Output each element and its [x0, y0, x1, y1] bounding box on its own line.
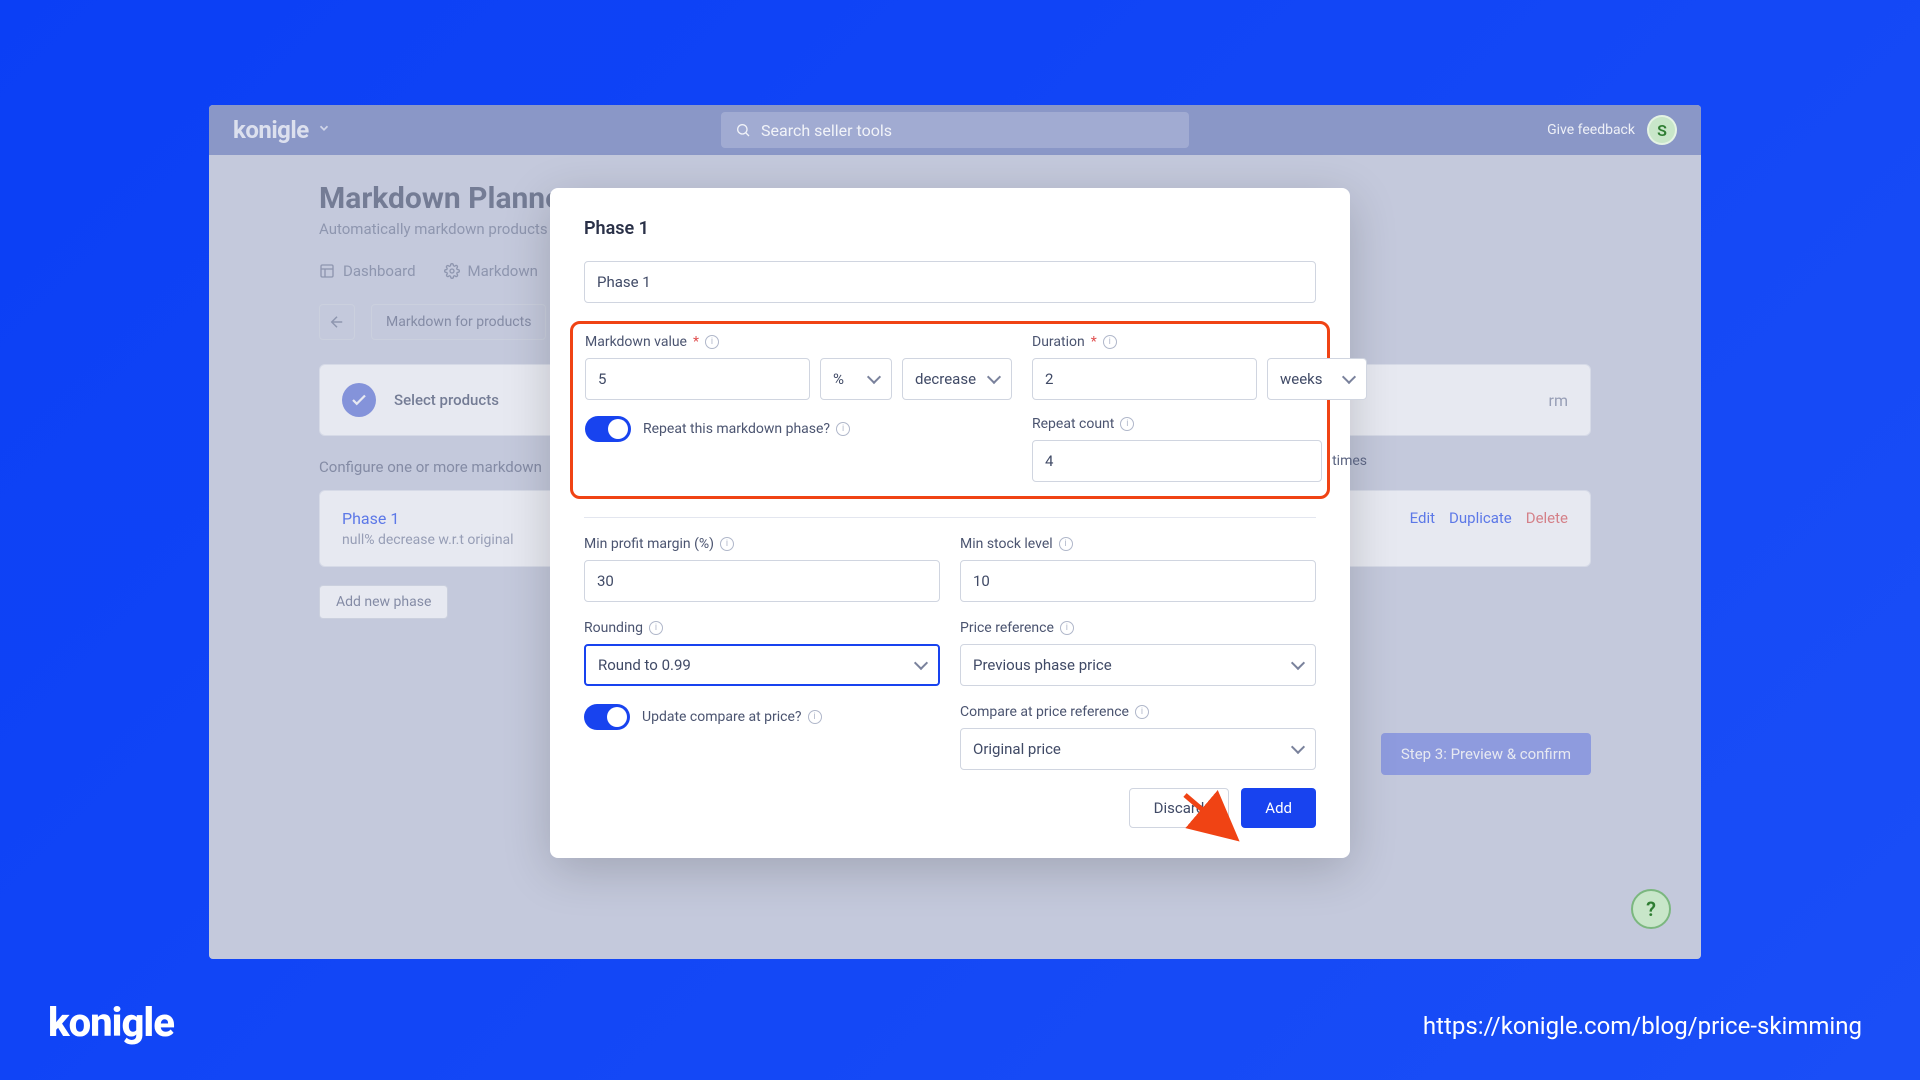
cap-ref-select[interactable]: Original price — [960, 728, 1316, 770]
repeat-count-input[interactable] — [1032, 440, 1322, 482]
footer-logo: konigle — [48, 999, 174, 1046]
modal-title: Phase 1 — [584, 218, 1316, 239]
modal-footer: Discard Add — [584, 788, 1316, 828]
gear-icon — [444, 263, 460, 279]
chevron-down-icon[interactable] — [317, 121, 331, 139]
brand-logo[interactable]: konigle — [233, 116, 309, 144]
repeat-count-label: Repeat counti — [1032, 416, 1367, 432]
duration-label: Duration*i — [1032, 334, 1367, 350]
price-ref-select[interactable]: Previous phase price — [960, 644, 1316, 686]
rounding-label: Roundingi — [584, 620, 940, 636]
duplicate-link[interactable]: Duplicate — [1449, 509, 1512, 548]
info-icon[interactable]: i — [1103, 335, 1117, 349]
phase-card-title: Phase 1 — [342, 509, 514, 528]
markdown-value-input[interactable] — [585, 358, 810, 400]
add-phase-button[interactable]: Add new phase — [319, 585, 448, 619]
min-margin-label: Min profit margin (%)i — [584, 536, 940, 552]
duration-input[interactable] — [1032, 358, 1257, 400]
avatar[interactable]: S — [1647, 115, 1677, 145]
search-placeholder: Search seller tools — [761, 121, 892, 140]
phase-card-sub: null% decrease w.r.t original — [342, 532, 514, 548]
info-icon[interactable]: i — [649, 621, 663, 635]
divider — [584, 517, 1316, 518]
highlighted-section: Markdown value*i % decrease Repeat this … — [570, 321, 1330, 499]
info-icon[interactable]: i — [1060, 621, 1074, 635]
repeat-toggle[interactable] — [585, 416, 631, 442]
rounding-select[interactable]: Round to 0.99 — [584, 644, 940, 686]
search-input[interactable]: Search seller tools — [721, 112, 1189, 148]
info-icon[interactable]: i — [836, 422, 850, 436]
give-feedback-link[interactable]: Give feedback — [1547, 122, 1635, 138]
dashboard-icon — [319, 263, 335, 279]
info-icon[interactable]: i — [705, 335, 719, 349]
back-button[interactable] — [319, 304, 355, 340]
info-icon[interactable]: i — [1135, 705, 1149, 719]
times-label: times — [1332, 453, 1367, 469]
topbar: konigle Search seller tools Give feedbac… — [209, 105, 1701, 155]
delete-link[interactable]: Delete — [1526, 509, 1568, 548]
footer-url: https://konigle.com/blog/price-skimming — [1423, 1012, 1862, 1040]
check-icon — [342, 383, 376, 417]
step3-button[interactable]: Step 3: Preview & confirm — [1381, 733, 1591, 775]
discard-button[interactable]: Discard — [1129, 788, 1230, 828]
price-ref-label: Price referencei — [960, 620, 1316, 636]
repeat-toggle-label: Repeat this markdown phase?i — [643, 421, 850, 437]
help-fab[interactable]: ? — [1631, 889, 1671, 929]
edit-link[interactable]: Edit — [1410, 509, 1435, 548]
update-cap-toggle[interactable] — [584, 704, 630, 730]
duration-unit-select[interactable]: weeks — [1267, 358, 1367, 400]
info-icon[interactable]: i — [1059, 537, 1073, 551]
phase-name-input[interactable] — [584, 261, 1316, 303]
min-stock-label: Min stock leveli — [960, 536, 1316, 552]
direction-select[interactable]: decrease — [902, 358, 1012, 400]
phase-modal: Phase 1 Markdown value*i % decrease Repe… — [550, 188, 1350, 858]
info-icon[interactable]: i — [720, 537, 734, 551]
min-stock-input[interactable] — [960, 560, 1316, 602]
markdown-value-label: Markdown value*i — [585, 334, 1012, 350]
unit-select[interactable]: % — [820, 358, 892, 400]
cap-ref-label: Compare at price referencei — [960, 704, 1316, 720]
min-margin-input[interactable] — [584, 560, 940, 602]
info-icon[interactable]: i — [808, 710, 822, 724]
arrow-left-icon — [328, 313, 346, 331]
breadcrumb-item[interactable]: Markdown for products — [371, 304, 546, 340]
search-icon — [735, 122, 751, 138]
feedback-area: Give feedback S — [1547, 115, 1677, 145]
tab-markdown[interactable]: Markdown — [444, 262, 538, 280]
info-icon[interactable]: i — [1120, 417, 1134, 431]
update-cap-label: Update compare at price?i — [642, 709, 822, 725]
add-button[interactable]: Add — [1241, 788, 1316, 828]
tab-dashboard[interactable]: Dashboard — [319, 262, 416, 280]
